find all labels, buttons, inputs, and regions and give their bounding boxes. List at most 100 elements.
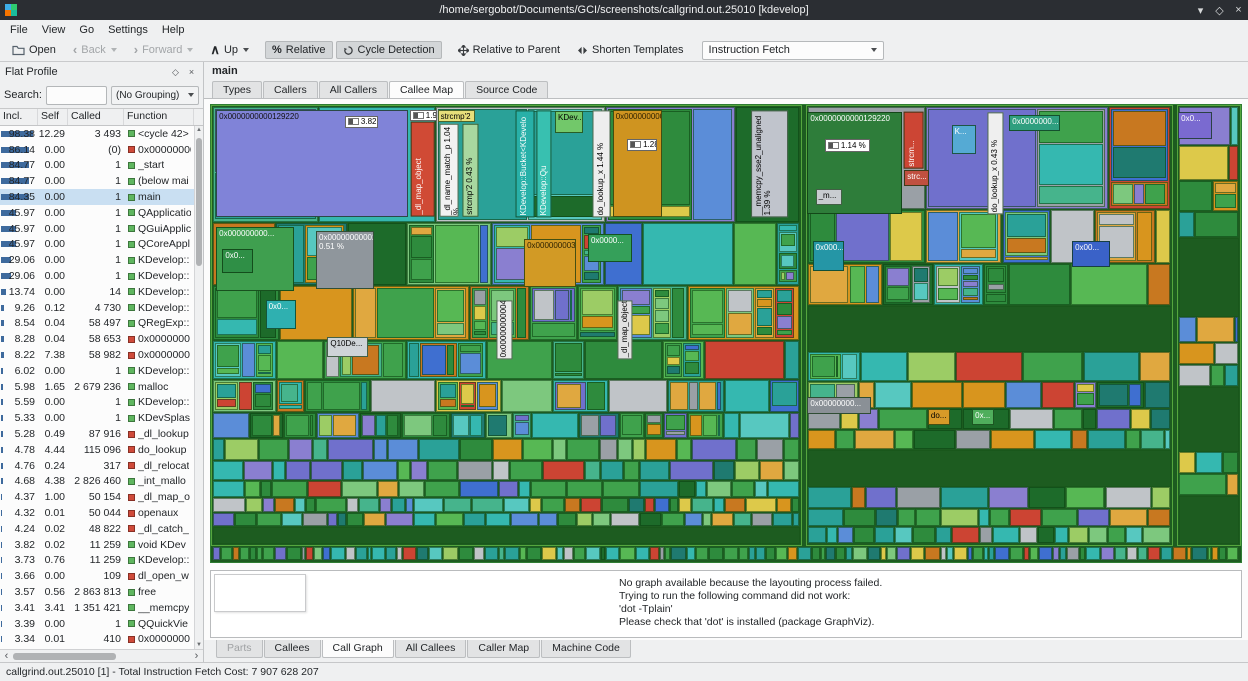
treemap-tile[interactable] [602,498,627,512]
tab-all-callers[interactable]: All Callers [319,81,388,98]
treemap-tile[interactable] [667,366,680,374]
treemap-tile[interactable] [1156,210,1170,264]
treemap-tile[interactable] [808,527,826,543]
treemap-tile[interactable] [1225,365,1238,386]
treemap-tile[interactable] [756,547,765,560]
treemap-tile[interactable] [386,513,412,525]
treemap-tile[interactable] [240,547,250,560]
treemap-tile[interactable] [655,298,669,309]
treemap-tile[interactable] [1179,343,1213,364]
treemap-tile[interactable] [844,509,874,525]
btab-call-graph[interactable]: Call Graph [322,640,394,658]
treemap-tile[interactable] [359,498,379,512]
treemap-tile[interactable] [306,498,315,512]
treemap-tile[interactable] [458,461,492,480]
treemap-tile[interactable] [1152,487,1170,508]
treemap-tile[interactable] [397,547,402,560]
treemap-label-box[interactable]: 1.28 % [627,139,657,151]
treemap-tile[interactable] [739,547,748,560]
treemap-tile[interactable] [485,547,499,560]
treemap-tile[interactable] [323,547,330,560]
treemap-tile[interactable] [257,547,262,560]
treemap-tile[interactable] [574,547,585,560]
function-row[interactable]: 3.340.014100x0000000 [0,632,194,648]
treemap-tile[interactable] [474,331,486,335]
treemap-tile[interactable] [836,430,854,449]
treemap-tile[interactable] [1179,212,1193,237]
treemap-tile[interactable] [287,547,301,560]
treemap-tile[interactable] [600,439,617,460]
treemap-tile[interactable] [1080,547,1085,560]
treemap-tile[interactable] [611,513,639,525]
treemap-tile[interactable] [1145,382,1170,407]
treemap-tile[interactable] [460,345,481,352]
function-row[interactable]: 4.760.24317_dl_relocat [0,458,194,474]
scroll-left-icon[interactable]: ‹ [0,651,13,662]
treemap-tile[interactable] [757,290,772,298]
treemap-tile[interactable] [1148,547,1159,560]
function-row[interactable]: 45.970.001QCoreAppl [0,237,194,253]
treemap-tile[interactable] [1138,547,1147,560]
treemap-tile[interactable] [725,380,770,412]
treemap-tile[interactable] [687,547,695,560]
treemap-tile[interactable] [347,513,363,525]
treemap-tile[interactable] [213,461,243,480]
treemap-tile[interactable] [868,547,880,560]
treemap-tile[interactable] [496,227,528,247]
treemap-tile[interactable] [437,323,463,335]
treemap-tile[interactable] [1097,409,1130,430]
treemap-tile[interactable] [685,362,699,374]
treemap-tile[interactable] [785,341,799,379]
treemap-block[interactable]: do_lookup_x 0.43 % [987,112,1003,214]
treemap-tile[interactable] [511,513,537,525]
treemap-tile[interactable] [777,303,791,314]
treemap-tile[interactable] [542,498,564,512]
treemap-tile[interactable] [1229,146,1238,180]
treemap-tile[interactable] [433,415,447,436]
scroll-right-icon[interactable]: › [190,651,203,662]
treemap-tile[interactable] [709,547,723,560]
treemap-tile[interactable] [419,439,459,460]
treemap-tile[interactable] [914,430,956,449]
treemap-tile[interactable] [703,415,716,436]
treemap-tile[interactable] [938,288,957,300]
horizontal-scrollbar[interactable]: ‹ › [0,649,203,662]
treemap-tile[interactable] [793,513,800,525]
treemap-tile[interactable] [772,382,797,406]
treemap-tile[interactable] [1227,474,1238,495]
treemap-block[interactable]: strcmp'2 [438,110,475,123]
treemap-tile[interactable] [557,384,582,408]
treemap-tile[interactable] [655,498,668,512]
treemap-tile[interactable] [1039,144,1103,184]
treemap-tile[interactable] [836,547,845,560]
treemap-tile[interactable] [855,430,894,449]
treemap-tile[interactable] [853,547,867,560]
treemap-tile[interactable] [1042,509,1077,525]
treemap-tile[interactable] [1053,547,1059,560]
menu-go[interactable]: Go [72,23,101,37]
treemap-tile[interactable] [460,353,481,374]
treemap-tile[interactable] [1143,527,1170,543]
btab-all-callees[interactable]: All Callees [395,640,467,658]
table-header[interactable]: Incl. Self Called Function [0,109,203,126]
treemap-tile[interactable] [1215,194,1236,208]
treemap-tile[interactable] [600,415,616,436]
treemap-block[interactable]: do... [928,409,950,425]
treemap-tile[interactable] [437,290,463,322]
treemap-tile[interactable] [286,461,310,480]
treemap-tile[interactable] [692,324,723,334]
treemap-tile[interactable] [1211,365,1224,386]
treemap-tile[interactable] [685,345,699,350]
treemap-tile[interactable] [356,547,366,560]
treemap-tile[interactable] [735,461,759,480]
treemap-tile[interactable] [443,547,457,560]
treemap-tile[interactable] [411,461,427,480]
treemap-tile[interactable] [1007,214,1046,237]
treemap-block[interactable]: KDevelop::Qu [536,110,551,217]
treemap-tile[interactable] [606,547,619,560]
treemap-tile[interactable] [963,382,1005,407]
treemap-tile[interactable] [517,288,526,338]
treemap-tile[interactable] [472,498,503,512]
treemap-block[interactable]: 0x00000000002d1b10 0.51 % [316,231,374,289]
treemap-tile[interactable] [499,547,503,560]
